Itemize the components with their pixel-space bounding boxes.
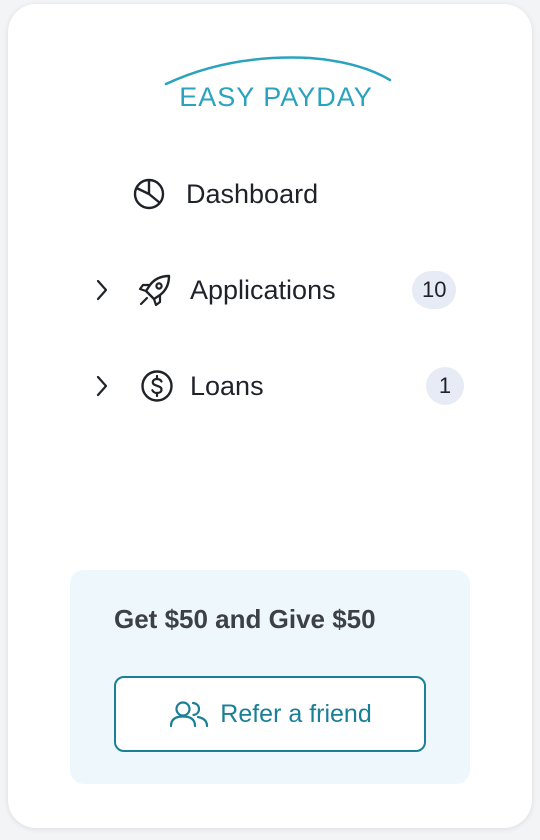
pie-chart-icon — [132, 177, 166, 211]
sidebar-item-label: Loans — [190, 371, 264, 401]
count-badge: 10 — [412, 271, 457, 309]
dollar-circle-icon — [140, 369, 174, 403]
chevron-right-icon[interactable] — [92, 278, 112, 302]
sidebar-item-dashboard[interactable]: Dashboard — [128, 166, 428, 222]
sidebar-item-label: Applications — [190, 275, 336, 305]
brand-logo[interactable]: EASY PAYDAY — [160, 54, 392, 116]
refer-button-label: Refer a friend — [220, 699, 372, 728]
refer-a-friend-button[interactable]: Refer a friend — [114, 676, 426, 752]
rocket-icon — [138, 273, 172, 307]
users-icon — [168, 699, 210, 729]
promo-title: Get $50 and Give $50 — [114, 604, 376, 634]
sidebar-item-label: Dashboard — [186, 179, 319, 209]
chevron-right-icon[interactable] — [92, 374, 112, 398]
count-badge: 1 — [426, 367, 464, 405]
brand-name: EASY PAYDAY — [179, 82, 373, 112]
sidebar-item-applications[interactable]: Applications 10 — [88, 262, 468, 318]
sidebar-card: EASY PAYDAY Dashboard Applications 10 Lo… — [8, 4, 532, 828]
referral-promo-card: Get $50 and Give $50 Refer a friend — [70, 570, 470, 784]
sidebar-item-loans[interactable]: Loans 1 — [88, 358, 468, 414]
